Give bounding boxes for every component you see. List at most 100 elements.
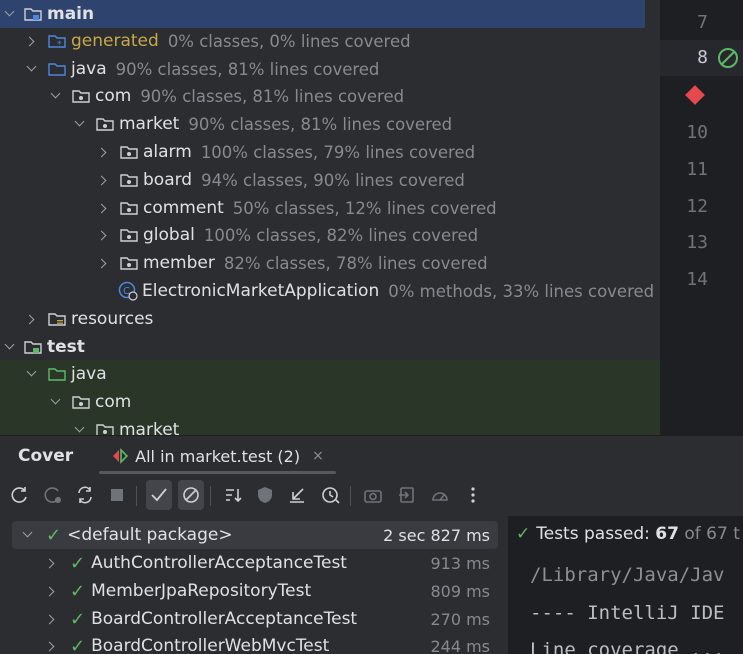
chevron-down-icon[interactable] (50, 396, 62, 408)
test-toolbar (0, 480, 743, 512)
result-row[interactable]: ✓ BoardControllerWebMvcTest 244 ms (12, 632, 498, 654)
tree-node-alarm[interactable]: alarm 100% classes, 79% lines covered (0, 138, 660, 166)
chevron-right-icon[interactable] (98, 229, 110, 241)
tree-node-generated[interactable]: * generated 0% classes, 0% lines covered (0, 27, 660, 55)
history-button[interactable] (318, 480, 344, 510)
coverage-tree: main * generated 0% classes, 0% lines co… (0, 0, 660, 435)
show-ignored-toggle[interactable] (178, 480, 204, 510)
line-number: 11 (686, 159, 708, 180)
tree-node-board[interactable]: board 94% classes, 90% lines covered (0, 166, 660, 194)
chevron-right-icon[interactable] (46, 640, 58, 652)
ignored-icon (183, 487, 199, 503)
chevron-right-icon[interactable] (26, 35, 38, 47)
chevron-right-icon[interactable] (98, 202, 110, 214)
chevron-right-icon[interactable] (98, 174, 110, 186)
tree-node-global[interactable]: global 100% classes, 82% lines covered (0, 221, 660, 249)
console-line: ---- IntelliJ IDE (530, 602, 725, 624)
chevron-down-icon[interactable] (26, 63, 38, 75)
line-number: 10 (686, 122, 708, 143)
rerun-button[interactable] (7, 480, 33, 510)
tree-node-resources[interactable]: resources (0, 305, 660, 333)
camera-icon (364, 490, 382, 503)
passed-check-icon: ✓ (46, 524, 62, 546)
line-number: 12 (686, 196, 708, 217)
rerun-icon (11, 487, 27, 503)
console-line: Line coverage ... (530, 639, 725, 654)
screenshot-button[interactable] (360, 480, 386, 510)
result-row[interactable]: ✓ BoardControllerAcceptanceTest 270 ms (12, 605, 498, 633)
rerun-failed-icon (44, 487, 61, 503)
tree-node-test[interactable]: test (0, 333, 660, 361)
package-icon (72, 90, 90, 103)
chevron-down-icon[interactable] (74, 118, 86, 130)
clock-icon (322, 487, 340, 504)
line-number: 8 (697, 47, 708, 68)
spring-bean-gutter-icon[interactable] (716, 46, 742, 72)
shield-icon (258, 487, 272, 503)
tree-node-test-market[interactable]: market (0, 416, 660, 435)
tree-node-java[interactable]: java 90% classes, 81% lines covered (0, 55, 660, 83)
chevron-right-icon[interactable] (26, 313, 38, 325)
package-icon (72, 396, 90, 409)
chevron-right-icon[interactable] (98, 146, 110, 158)
profiler-button[interactable] (427, 480, 453, 510)
check-icon (151, 488, 167, 502)
tree-node-market[interactable]: market 90% classes, 81% lines covered (0, 110, 660, 138)
sort-button[interactable] (220, 480, 246, 510)
tree-node-test-com[interactable]: com (0, 388, 660, 416)
chevron-down-icon[interactable] (4, 8, 16, 20)
chevron-down-icon[interactable] (74, 424, 86, 435)
close-tab-icon[interactable]: × (312, 448, 324, 464)
coverage-tool-window: Cover All in market.test (2) × ✓ <defaul… (0, 435, 743, 654)
resources-folder-icon (48, 313, 66, 326)
more-options-button[interactable] (460, 480, 486, 510)
show-passed-toggle[interactable] (146, 480, 172, 510)
tree-node-comment[interactable]: comment 50% classes, 12% lines covered (0, 194, 660, 222)
tab-all-in-market-test[interactable]: All in market.test (2) × (99, 436, 336, 476)
chevron-right-icon[interactable] (46, 557, 58, 569)
collapse-button[interactable] (284, 480, 310, 510)
chevron-down-icon[interactable] (26, 368, 38, 380)
export-button[interactable] (394, 480, 420, 510)
chevron-right-icon[interactable] (46, 613, 58, 625)
coverage-shield-button[interactable] (252, 480, 278, 510)
chevron-right-icon[interactable] (46, 585, 58, 597)
tree-node-member[interactable]: member 82% classes, 78% lines covered (0, 249, 660, 277)
test-root-folder-icon (24, 341, 42, 354)
chevron-down-icon[interactable] (50, 90, 62, 102)
rerun-failed-button[interactable] (40, 480, 66, 510)
import-icon (290, 488, 304, 503)
passed-check-icon: ✓ (70, 608, 86, 630)
toolbar-separator (350, 486, 351, 506)
coverage-run-icon (113, 448, 129, 464)
spring-boot-class-icon: C (118, 281, 138, 301)
test-console[interactable]: ✓ Tests passed: 67 of 67 t /Library/Java/… (508, 516, 743, 654)
package-icon (120, 202, 138, 215)
toggle-auto-test-button[interactable] (72, 480, 98, 510)
passed-check-icon: ✓ (516, 524, 531, 544)
package-icon (120, 174, 138, 187)
result-row[interactable]: ✓ AuthControllerAcceptanceTest 913 ms (12, 549, 498, 577)
tree-node-main[interactable]: main (0, 0, 645, 28)
package-icon (96, 118, 114, 131)
editor-gutter: 7 8 10 11 12 13 14 (660, 0, 743, 435)
chevron-right-icon[interactable] (98, 257, 110, 269)
chevron-down-icon[interactable] (4, 341, 16, 353)
chevron-down-icon[interactable] (22, 529, 34, 541)
toolbar-separator (210, 486, 211, 506)
generated-folder-icon: * (48, 35, 66, 48)
breakpoint-icon[interactable] (684, 84, 706, 106)
passed-check-icon: ✓ (70, 552, 86, 574)
tree-node-com[interactable]: com 90% classes, 81% lines covered (0, 82, 660, 110)
line-number: 7 (697, 12, 708, 33)
stop-button[interactable] (104, 480, 130, 510)
tree-node-electronic-market-application[interactable]: C ElectronicMarketApplication 0% methods… (0, 277, 660, 305)
result-row-default-package[interactable]: ✓ <default package> 2 sec 827 ms (12, 521, 498, 549)
result-row[interactable]: ✓ MemberJpaRepositoryTest 809 ms (12, 577, 498, 605)
line-number: 13 (686, 232, 708, 253)
tests-passed-summary: ✓ Tests passed: 67 of 67 t (516, 524, 740, 544)
package-icon (120, 146, 138, 159)
passed-check-icon: ✓ (70, 635, 86, 654)
tree-node-test-java[interactable]: java (0, 360, 660, 388)
tab-label: All in market.test (2) (135, 446, 301, 466)
